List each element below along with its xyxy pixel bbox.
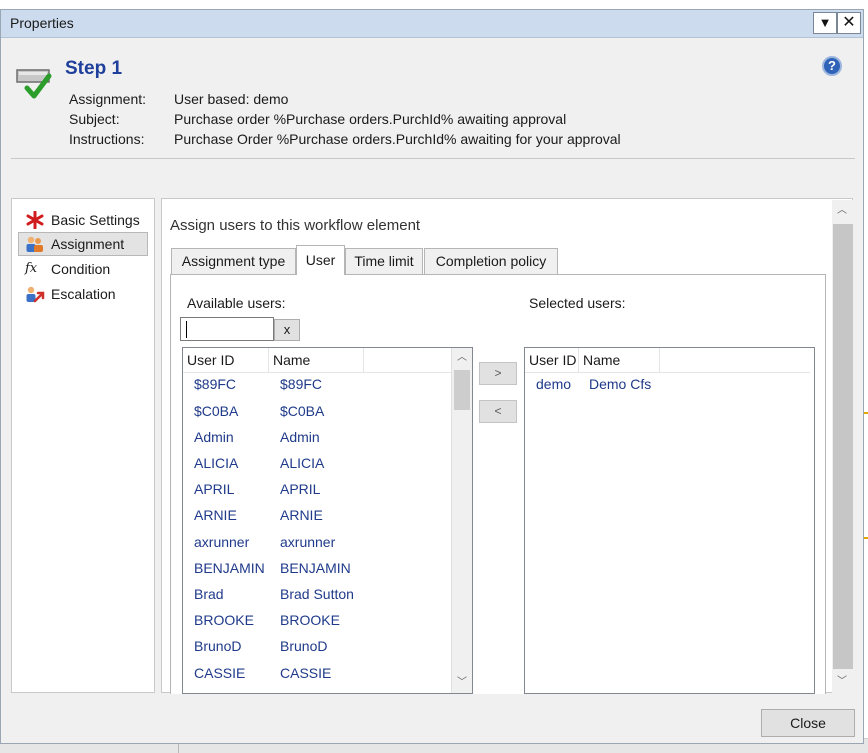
user-name-cell: axrunner — [280, 534, 336, 550]
selected-grid-header: User ID Name — [525, 348, 810, 373]
tab-label: Completion policy — [435, 253, 547, 269]
clear-filter-button[interactable]: x — [274, 319, 300, 341]
user-id-cell: Brad — [194, 586, 224, 602]
chevron-up-icon: ︿ — [837, 205, 847, 216]
escalation-icon — [26, 286, 45, 303]
selected-users-grid[interactable]: User ID Name demo Demo Cfs — [524, 347, 815, 694]
user-name-cell: APRIL — [280, 481, 321, 497]
function-icon: fx — [25, 261, 38, 276]
user-id-cell: $89FC — [194, 376, 237, 392]
nav-item-label: Escalation — [51, 286, 116, 302]
text-caret — [186, 321, 187, 338]
scroll-down-arrow[interactable]: ﹀ — [832, 672, 852, 692]
scroll-up-arrow[interactable]: ︿ — [452, 348, 472, 368]
user-name-cell: Brad Sutton — [280, 586, 354, 602]
available-users-label: Available users: — [187, 295, 286, 311]
tab-label: User — [305, 252, 336, 268]
user-id-cell: BENJAMIN — [194, 560, 265, 576]
nav-item-basic-settings[interactable]: Basic Settings — [18, 208, 148, 232]
column-header-label: Name — [583, 352, 621, 368]
add-user-button[interactable]: > — [479, 362, 517, 385]
instructions-value: Purchase Order %Purchase orders.PurchId%… — [174, 131, 621, 147]
tab-label: Assignment type — [181, 253, 286, 269]
instructions-label: Instructions: — [69, 131, 145, 147]
user-filter-input[interactable] — [180, 317, 274, 341]
user-id-cell: APRIL — [194, 481, 235, 497]
user-id-cell: Admin — [194, 429, 234, 445]
column-header-name[interactable]: Name — [579, 348, 660, 373]
column-header-name[interactable]: Name — [269, 348, 364, 373]
close-icon: ✕ — [842, 14, 856, 31]
properties-dialog: Properties ▼ ✕ Step 1 ? Assignment: User… — [0, 9, 864, 744]
user-id-cell: CASSIE — [194, 665, 246, 681]
available-users-grid[interactable]: User ID Name $89FC $89FC $C0BA $C0BA Admin… — [182, 347, 473, 694]
window-close-button[interactable]: ✕ — [837, 12, 861, 34]
remove-user-button[interactable]: < — [479, 400, 517, 423]
subject-value: Purchase order %Purchase orders.PurchId%… — [174, 111, 567, 127]
user-name-cell: BENJAMIN — [280, 560, 351, 576]
user-id-cell: ARNIE — [194, 507, 237, 523]
selected-users-label: Selected users: — [529, 295, 626, 311]
panel-scrollbar[interactable]: ︿ ﹀ — [832, 200, 853, 693]
assignment-value: User based: demo — [174, 91, 289, 107]
column-header-user-id[interactable]: User ID — [183, 348, 269, 373]
user-name-cell: $C0BA — [280, 403, 325, 419]
user-id-cell: BROOKE — [194, 612, 254, 628]
user-id-cell: demo — [536, 376, 572, 392]
tab-time-limit[interactable]: Time limit — [345, 248, 423, 274]
scroll-up-arrow[interactable]: ︿ — [832, 201, 852, 221]
scroll-thumb[interactable] — [833, 224, 853, 669]
user-name-cell: BROOKE — [280, 612, 340, 628]
tab-label: Time limit — [354, 253, 414, 269]
tab-assignment-type[interactable]: Assignment type — [171, 248, 296, 274]
user-name-cell: BrunoD — [280, 638, 328, 654]
available-grid-header: User ID Name — [183, 348, 451, 373]
user-id-cell: axrunner — [194, 534, 250, 550]
scroll-down-arrow[interactable]: ﹀ — [452, 673, 472, 693]
user-name-cell: ARNIE — [280, 507, 323, 523]
asterisk-icon — [26, 211, 44, 229]
chevron-down-icon: ﹀ — [837, 676, 847, 687]
subject-label: Subject: — [69, 111, 120, 127]
column-header-label: User ID — [529, 352, 577, 368]
content-panel: Assign users to this workflow element As… — [161, 198, 853, 694]
user-name-cell: CASSIE — [280, 665, 332, 681]
close-button[interactable]: Close — [761, 709, 855, 737]
chevron-up-icon: ︿ — [457, 352, 467, 363]
dialog-title-bar: Properties ▼ ✕ — [1, 10, 863, 38]
dialog-title: Properties — [10, 15, 74, 31]
available-grid-scrollbar[interactable]: ︿ ﹀ — [451, 348, 472, 693]
user-id-cell: ALICIA — [194, 455, 239, 471]
nav-item-escalation[interactable]: Escalation — [18, 282, 148, 306]
tab-completion-policy[interactable]: Completion policy — [424, 248, 558, 274]
nav-item-label: Assignment — [51, 236, 125, 252]
chevron-down-icon: ﹀ — [457, 677, 467, 688]
window-menu-button[interactable]: ▼ — [813, 12, 837, 34]
users-icon — [26, 236, 43, 252]
user-id-cell: $C0BA — [194, 403, 239, 419]
user-name-cell: ALICIA — [280, 455, 325, 471]
chevron-down-icon: ▼ — [818, 15, 832, 30]
nav-item-label: Basic Settings — [51, 212, 140, 228]
user-name-cell: Admin — [280, 429, 320, 445]
assignment-label: Assignment: — [69, 91, 147, 107]
nav-item-condition[interactable]: fx Condition — [18, 257, 148, 281]
step-checkmark-icon — [16, 69, 52, 99]
column-header-label: Name — [273, 352, 311, 368]
nav-item-label: Condition — [51, 261, 111, 277]
column-header-user-id[interactable]: User ID — [525, 348, 579, 373]
help-icon[interactable]: ? — [822, 56, 842, 76]
content-heading: Assign users to this workflow element — [170, 217, 421, 234]
column-header-label: User ID — [187, 352, 235, 368]
header-separator — [11, 158, 855, 159]
tab-user[interactable]: User — [296, 245, 345, 275]
user-name-cell: Demo Cfs — [589, 376, 652, 392]
nav-item-assignment[interactable]: Assignment — [18, 232, 148, 256]
settings-nav: Basic Settings Assignment fx Condition E… — [11, 198, 155, 693]
scroll-thumb[interactable] — [454, 370, 470, 410]
user-id-cell: BrunoD — [194, 638, 242, 654]
step-title: Step 1 — [65, 58, 123, 79]
user-name-cell: $89FC — [280, 376, 323, 392]
